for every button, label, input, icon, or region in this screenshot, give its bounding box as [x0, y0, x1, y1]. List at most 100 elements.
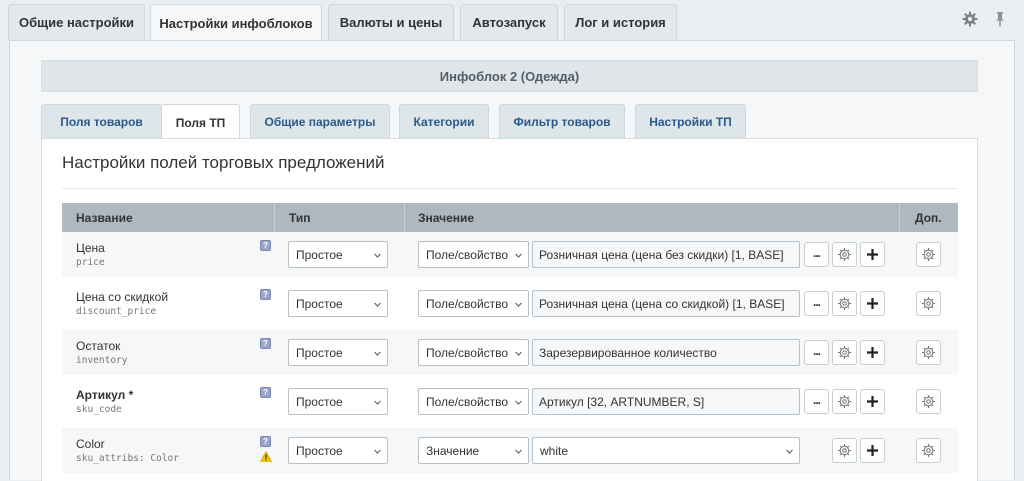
chevron-down-icon	[515, 253, 522, 258]
tab-iblock-settings[interactable]: Настройки инфоблоков	[150, 4, 322, 41]
field-name: Остаток	[76, 339, 121, 353]
tab-general-settings[interactable]: Общие настройки	[8, 4, 145, 40]
add-button[interactable]	[860, 340, 885, 365]
extra-settings-button[interactable]	[916, 242, 941, 267]
gear-icon	[921, 345, 936, 360]
type-select[interactable]: Простое	[288, 388, 388, 415]
add-button[interactable]	[860, 242, 885, 267]
chevron-down-icon	[374, 400, 381, 405]
field-name: Цена	[76, 241, 105, 255]
subtab-offer-settings[interactable]: Настройки ТП	[635, 104, 746, 139]
column-header-type: Тип	[289, 210, 311, 225]
more-button[interactable]: ...	[804, 291, 829, 316]
plus-icon	[867, 396, 878, 407]
subtab-product-fields[interactable]: Поля товаров	[41, 104, 162, 139]
gear-icon	[837, 443, 852, 458]
settings-button[interactable]	[832, 389, 857, 414]
settings-button[interactable]	[832, 340, 857, 365]
type-select[interactable]: Простое	[288, 290, 388, 317]
type-select[interactable]: Простое	[288, 339, 388, 366]
subtab-offer-fields[interactable]: Поля ТП	[161, 104, 240, 140]
plus-icon	[867, 249, 878, 260]
extra-settings-button[interactable]	[916, 291, 941, 316]
add-button[interactable]	[860, 389, 885, 414]
source-select[interactable]: Поле/свойство	[418, 290, 529, 317]
plus-icon	[867, 347, 878, 358]
gear-icon	[837, 345, 852, 360]
add-button[interactable]	[860, 291, 885, 316]
chevron-down-icon	[515, 400, 522, 405]
subtab-product-filter[interactable]: Фильтр товаров	[499, 104, 625, 139]
gear-icon	[837, 394, 852, 409]
source-select-value: Поле/свойство	[426, 345, 509, 360]
divider	[62, 188, 958, 189]
settings-button[interactable]	[832, 242, 857, 267]
chevron-down-icon	[374, 449, 381, 454]
value-select[interactable]: white	[532, 437, 800, 464]
type-select[interactable]: Простое	[288, 241, 388, 268]
subtab-categories[interactable]: Категории	[399, 104, 489, 139]
more-button[interactable]: ...	[804, 389, 829, 414]
gear-icon	[837, 247, 852, 262]
value-field[interactable]: Розничная цена (цена без скидки) [1, BAS…	[532, 241, 800, 268]
extra-settings-button[interactable]	[916, 438, 941, 463]
source-select[interactable]: Поле/свойство	[418, 388, 529, 415]
more-dots-icon: ...	[812, 343, 821, 358]
chevron-down-icon	[515, 449, 522, 454]
chevron-down-icon	[374, 351, 381, 356]
gear-icon	[921, 443, 936, 458]
extra-settings-button[interactable]	[916, 340, 941, 365]
type-select-value: Простое	[296, 394, 343, 409]
panel-title: Настройки полей торговых предложений	[62, 153, 385, 172]
field-code: sku_attribs: Color	[76, 453, 179, 464]
source-select[interactable]: Поле/свойство	[418, 339, 529, 366]
help-icon[interactable]: ?	[260, 436, 271, 447]
pin-icon[interactable]	[991, 10, 1009, 28]
field-name: Цена со скидкой	[76, 290, 169, 304]
value-field[interactable]: Артикул [32, ARTNUMBER, S]	[532, 388, 800, 415]
source-select[interactable]: Значение	[418, 437, 529, 464]
gear-icon	[837, 296, 852, 311]
plus-icon	[867, 445, 878, 456]
settings-button[interactable]	[832, 291, 857, 316]
top-tabs: Общие настройки Настройки инфоблоков Вал…	[0, 0, 1024, 41]
column-header-value: Значение	[418, 210, 475, 225]
value-field[interactable]: Зарезервированное количество	[532, 339, 800, 366]
more-dots-icon: ...	[812, 392, 821, 407]
gear-icon[interactable]	[961, 10, 979, 28]
more-button[interactable]: ...	[804, 340, 829, 365]
tab-autorun[interactable]: Автозапуск	[460, 4, 558, 40]
more-dots-icon: ...	[812, 245, 821, 260]
help-icon[interactable]: ?	[260, 240, 271, 251]
add-button[interactable]	[860, 438, 885, 463]
type-select-value: Простое	[296, 296, 343, 311]
help-icon[interactable]: ?	[260, 387, 271, 398]
chevron-down-icon	[515, 351, 522, 356]
warning-icon	[260, 451, 272, 462]
field-name: Артикул *	[76, 388, 134, 402]
tab-currencies-prices[interactable]: Валюты и цены	[328, 4, 454, 40]
field-code: inventory	[76, 355, 128, 366]
settings-button[interactable]	[832, 438, 857, 463]
chevron-down-icon	[374, 302, 381, 307]
table-row: Артикул * sku_code ? Простое Поле/свойст…	[62, 379, 958, 424]
help-icon[interactable]: ?	[260, 338, 271, 349]
grid-header: Название Тип Значение Доп.	[62, 203, 958, 232]
type-select[interactable]: Простое	[288, 437, 388, 464]
value-select-value: white	[540, 443, 569, 458]
source-select[interactable]: Поле/свойство	[418, 241, 529, 268]
type-select-value: Простое	[296, 247, 343, 262]
table-row: Цена со скидкой discount_price ? Простое…	[62, 281, 958, 326]
chevron-down-icon	[515, 302, 522, 307]
value-field[interactable]: Розничная цена (цена со скидкой) [1, BAS…	[532, 290, 800, 317]
subtab-general-params[interactable]: Общие параметры	[250, 104, 390, 139]
iblock-settings-panel: Инфоблок 2 (Одежда) Поля товаров Поля ТП…	[9, 40, 1015, 481]
extra-settings-button[interactable]	[916, 389, 941, 414]
type-select-value: Простое	[296, 345, 343, 360]
column-header-name: Название	[76, 210, 133, 225]
help-icon[interactable]: ?	[260, 289, 271, 300]
more-button[interactable]: ...	[804, 242, 829, 267]
tab-log-history[interactable]: Лог и история	[564, 4, 677, 40]
source-select-value: Поле/свойство	[426, 394, 509, 409]
chevron-down-icon	[374, 253, 381, 258]
